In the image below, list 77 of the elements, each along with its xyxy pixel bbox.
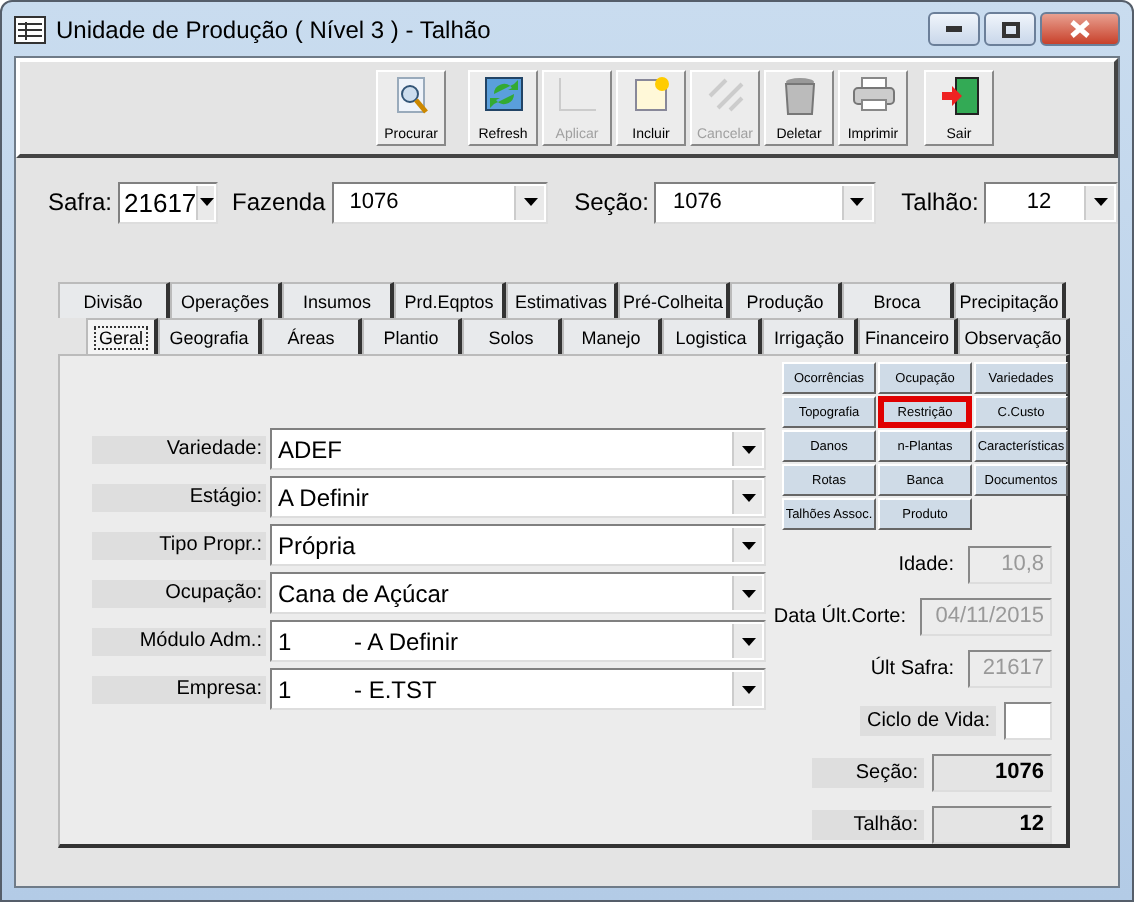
filter-combo[interactable]: 1076 bbox=[331, 181, 549, 223]
blank-icon bbox=[557, 76, 597, 112]
tab[interactable]: Divisão bbox=[58, 282, 170, 318]
filter-combo[interactable]: 21617 bbox=[118, 181, 219, 223]
info-label: Últ Safra: bbox=[868, 654, 956, 684]
dropdown-arrow-icon bbox=[199, 198, 214, 206]
tab[interactable]: Financeiro bbox=[858, 318, 958, 354]
input-field[interactable] bbox=[1004, 702, 1052, 740]
info-label: Data Últ.Corte: bbox=[771, 602, 908, 632]
tab[interactable]: Pré-Colheita bbox=[618, 282, 730, 318]
tab[interactable]: Produção bbox=[730, 282, 842, 318]
dropdown-arrow-icon bbox=[850, 198, 865, 206]
field-combo[interactable]: ADEF bbox=[270, 428, 766, 470]
search-icon bbox=[393, 76, 429, 116]
dropdown-arrow-icon bbox=[741, 637, 755, 645]
tab[interactable]: Irrigação bbox=[762, 318, 858, 354]
info-label: Seção: bbox=[812, 758, 924, 788]
field-label: Módulo Adm.: bbox=[92, 627, 266, 655]
tab[interactable]: Operações bbox=[170, 282, 282, 318]
info-label: Ciclo de Vida: bbox=[860, 706, 996, 736]
refresh-icon bbox=[483, 76, 523, 112]
slashes-icon bbox=[705, 76, 745, 112]
maximize-button[interactable] bbox=[984, 12, 1036, 46]
filter-combo[interactable]: 12 bbox=[984, 181, 1118, 223]
field-combo[interactable]: 1 - A Definir bbox=[270, 620, 766, 662]
exit-door-icon bbox=[939, 76, 979, 116]
printer-icon bbox=[851, 76, 895, 112]
field-combo[interactable]: 1 - E.TST bbox=[270, 668, 766, 710]
tab[interactable]: Observação bbox=[958, 318, 1070, 354]
field-combo[interactable]: A Definir bbox=[270, 476, 766, 518]
value-field: 12 bbox=[932, 806, 1052, 844]
tab[interactable]: Broca bbox=[842, 282, 954, 318]
tab[interactable]: Solos bbox=[462, 318, 562, 354]
dropdown-arrow-icon bbox=[741, 445, 755, 453]
filter-label: Safra: bbox=[48, 188, 113, 216]
filter-label: Talhão: bbox=[901, 188, 979, 216]
tab[interactable]: Manejo bbox=[562, 318, 662, 354]
info-label: Talhão: bbox=[812, 810, 924, 840]
field-combo[interactable]: Cana de Açúcar bbox=[270, 572, 766, 614]
filter-label: Seção: bbox=[574, 188, 649, 216]
close-button[interactable] bbox=[1040, 12, 1120, 46]
field-label: Estágio: bbox=[92, 483, 266, 511]
filter-combo[interactable]: 1076 bbox=[654, 181, 876, 223]
tab[interactable]: Precipitação bbox=[954, 282, 1066, 318]
dropdown-arrow-icon bbox=[741, 685, 755, 693]
tab[interactable]: Estimativas bbox=[506, 282, 618, 318]
maximize-icon bbox=[1001, 21, 1019, 37]
minimize-button[interactable] bbox=[928, 12, 980, 46]
window-title: Unidade de Produção ( Nível 3 ) - Talhão bbox=[56, 15, 493, 43]
field-label: Ocupação: bbox=[92, 579, 266, 607]
filter-label: Fazenda bbox=[232, 188, 326, 216]
field-label: Tipo Propr.: bbox=[92, 531, 266, 559]
value-field: 1076 bbox=[932, 754, 1052, 792]
close-icon bbox=[1070, 20, 1090, 38]
dropdown-arrow-icon bbox=[1093, 198, 1107, 206]
tab[interactable]: Insumos bbox=[282, 282, 394, 318]
field-combo[interactable]: Própria bbox=[270, 524, 766, 566]
tab[interactable]: Plantio bbox=[362, 318, 462, 354]
minimize-icon bbox=[946, 26, 962, 32]
value-field: 21617 bbox=[968, 650, 1052, 688]
tab[interactable]: Geral bbox=[86, 318, 158, 354]
info-label: Idade: bbox=[896, 552, 956, 580]
new-document-icon bbox=[631, 76, 671, 112]
dropdown-arrow-icon bbox=[741, 589, 755, 597]
trash-icon bbox=[783, 76, 815, 116]
dropdown-arrow-icon bbox=[741, 493, 755, 501]
value-field: 10,8 bbox=[968, 546, 1052, 584]
value-field: 04/11/2015 bbox=[920, 598, 1052, 636]
tab[interactable]: Logistica bbox=[662, 318, 762, 354]
tab[interactable]: Áreas bbox=[262, 318, 362, 354]
app-icon bbox=[14, 15, 46, 43]
field-label: Variedade: bbox=[92, 435, 266, 463]
tab[interactable]: Geografia bbox=[158, 318, 262, 354]
dropdown-arrow-icon bbox=[741, 541, 755, 549]
field-label: Empresa: bbox=[92, 675, 266, 703]
dropdown-arrow-icon bbox=[523, 198, 538, 206]
tab[interactable]: Prd.Eqptos bbox=[394, 282, 506, 318]
